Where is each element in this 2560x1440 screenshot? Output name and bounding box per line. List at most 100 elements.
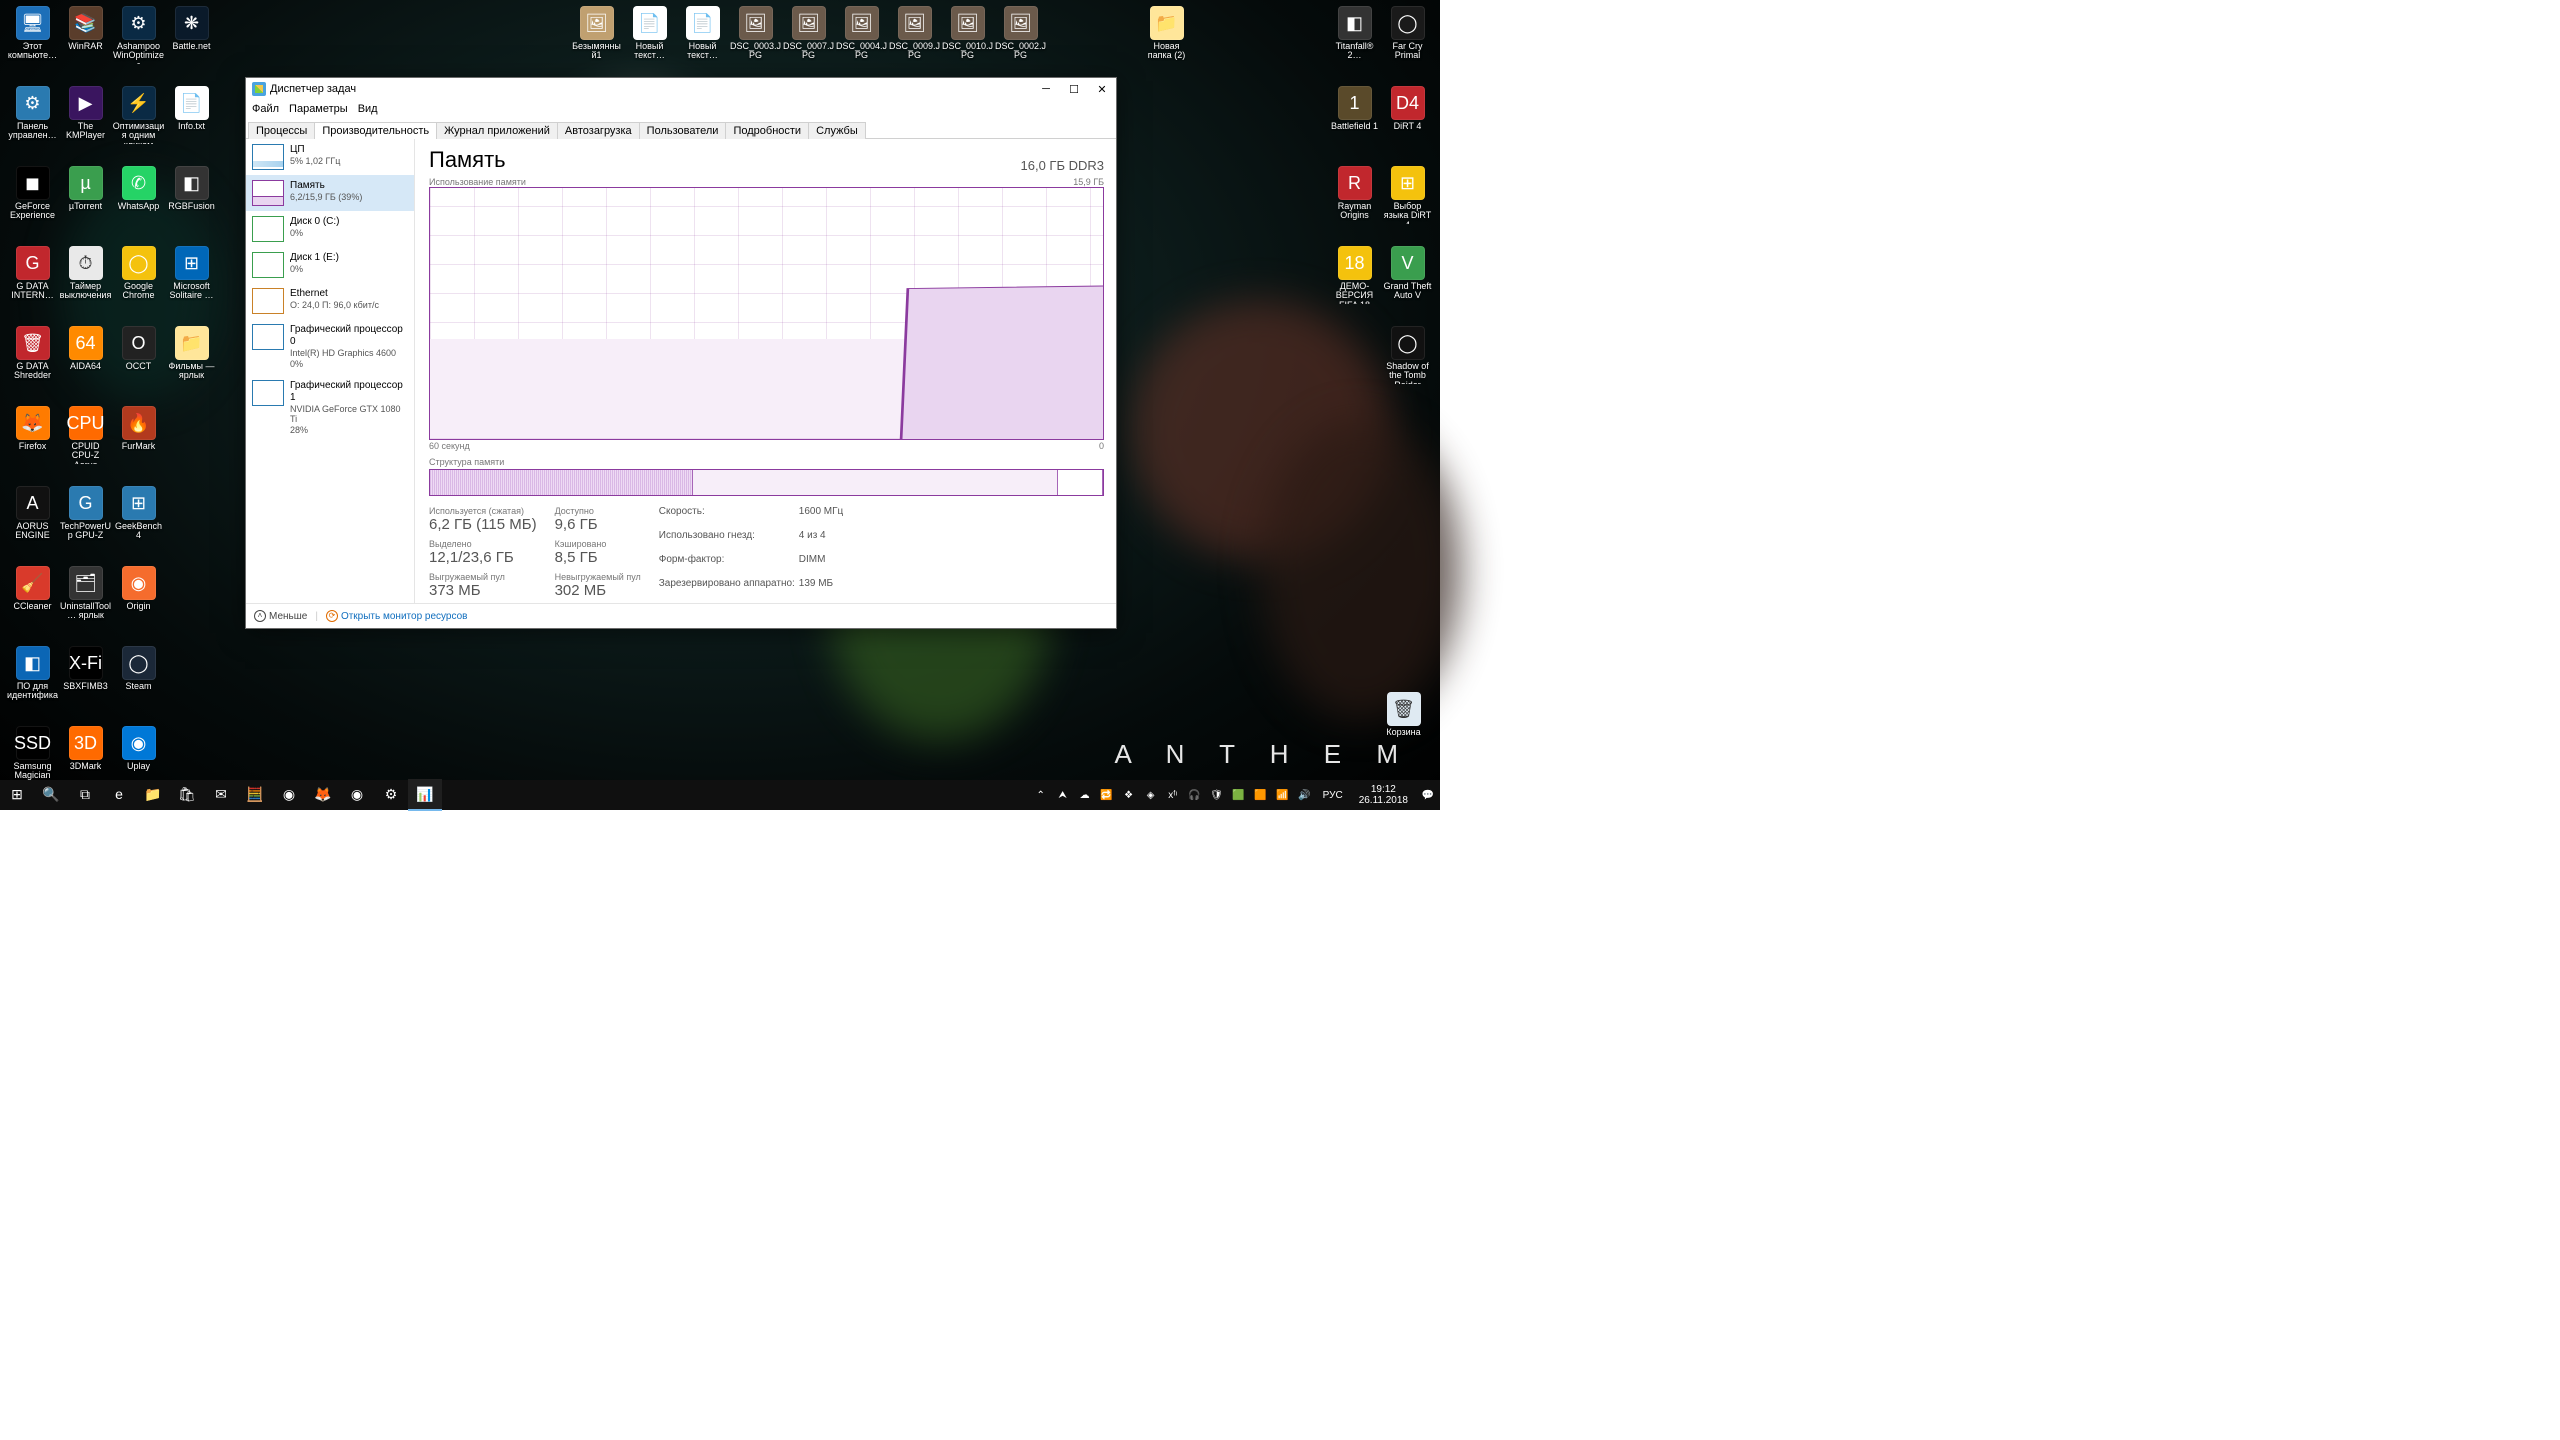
sidebar-item[interactable]: ЦП5% 1,02 ГГц bbox=[246, 139, 414, 175]
desktop-icon[interactable]: 1Battlefield 1 bbox=[1328, 84, 1381, 164]
desktop-icon[interactable]: GTechPowerUp GPU-Z bbox=[59, 484, 112, 564]
desktop-icon[interactable]: ◧ПО для идентифика… bbox=[6, 644, 59, 724]
tray-icon[interactable]: 🎧 bbox=[1187, 790, 1203, 801]
desktop-icon[interactable]: CPUCPUID CPU-Z Aorus bbox=[59, 404, 112, 484]
desktop-icon[interactable]: 64AIDA64 bbox=[59, 324, 112, 404]
desktop-icon[interactable]: X-FiSBXFIMB3 bbox=[59, 644, 112, 724]
desktop-icon[interactable]: 📄Info.txt bbox=[165, 84, 218, 164]
desktop-icon[interactable]: 📁Новая папка (2) bbox=[1140, 4, 1193, 84]
desktop-icon[interactable]: OOCCT bbox=[112, 324, 165, 404]
desktop-icon[interactable]: RRayman Origins bbox=[1328, 164, 1381, 244]
taskbar-start[interactable]: ⊞ bbox=[0, 779, 34, 809]
desktop-icon[interactable]: 📚WinRAR bbox=[59, 4, 112, 84]
desktop-icon[interactable]: GG DATA INTERN… bbox=[6, 244, 59, 324]
tray-clock[interactable]: 19:1226.11.2018 bbox=[1353, 784, 1414, 806]
taskbar-calc[interactable]: 🧮 bbox=[238, 779, 272, 809]
desktop-icon[interactable]: ⊞GeekBench 4 bbox=[112, 484, 165, 564]
minimize-button[interactable]: ─ bbox=[1032, 78, 1060, 100]
desktop-icon[interactable]: ◯Far Cry Primal bbox=[1381, 4, 1434, 84]
tab-3[interactable]: Автозагрузка bbox=[557, 122, 640, 139]
maximize-button[interactable]: ☐ bbox=[1060, 78, 1088, 100]
tray-language[interactable]: РУС bbox=[1319, 790, 1347, 801]
desktop-icon[interactable]: 📄Новый текст… bbox=[676, 4, 729, 84]
desktop-icon[interactable]: µµTorrent bbox=[59, 164, 112, 244]
tray-icon[interactable]: 🔊 bbox=[1297, 790, 1313, 801]
taskbar[interactable]: ⊞🔍⧉e📁🛍✉🧮◉🦊◉⚙📊 ⌃ ⮝☁🔁❖◈xᶠᶦ🎧🛡🟩🟧📶🔊РУС19:1226… bbox=[0, 780, 1440, 810]
tray-icon[interactable]: xᶠᶦ bbox=[1165, 790, 1181, 801]
tray-icon[interactable]: ◈ bbox=[1143, 790, 1159, 801]
desktop-icon[interactable]: 🔥FurMark bbox=[112, 404, 165, 484]
menu-item[interactable]: Вид bbox=[358, 103, 378, 115]
tab-1[interactable]: Производительность bbox=[314, 122, 437, 139]
tab-4[interactable]: Пользователи bbox=[639, 122, 727, 139]
desktop-icon[interactable]: ◧Titanfall® 2… bbox=[1328, 4, 1381, 84]
taskbar-search[interactable]: 🔍 bbox=[34, 779, 68, 809]
desktop-icon[interactable]: 🧹CCleaner bbox=[6, 564, 59, 644]
close-button[interactable]: ✕ bbox=[1088, 78, 1116, 100]
taskbar-taskview[interactable]: ⧉ bbox=[68, 779, 102, 809]
desktop-icon[interactable]: ◯Steam bbox=[112, 644, 165, 724]
desktop-icon[interactable]: 📄Новый текст… bbox=[623, 4, 676, 84]
desktop[interactable]: A N T H E M 🖥Этот компьюте…⚙Панель управ… bbox=[0, 0, 1440, 810]
taskbar-mail[interactable]: ✉ bbox=[204, 779, 238, 809]
action-center-icon[interactable]: 💬 bbox=[1420, 790, 1436, 801]
desktop-icon[interactable]: 🖼DSC_0003.JPG bbox=[729, 4, 782, 84]
desktop-icon[interactable]: ◧RGBFusion bbox=[165, 164, 218, 244]
taskbar-store[interactable]: 🛍 bbox=[170, 779, 204, 809]
taskbar-settings[interactable]: ⚙ bbox=[374, 779, 408, 809]
desktop-icon[interactable]: 🖥Этот компьюте… bbox=[6, 4, 59, 84]
desktop-icon[interactable]: 🖼DSC_0007.JPG bbox=[782, 4, 835, 84]
desktop-icon[interactable]: ❋Battle.net bbox=[165, 4, 218, 84]
desktop-icon[interactable]: ⚡Оптимизация одним кликом bbox=[112, 84, 165, 164]
desktop-icon[interactable]: ◯Shadow of the Tomb Raider bbox=[1381, 324, 1434, 404]
taskbar-firefox[interactable]: 🦊 bbox=[306, 779, 340, 809]
taskbar-gdata[interactable]: ◉ bbox=[272, 779, 306, 809]
desktop-icon[interactable]: 🦊Firefox bbox=[6, 404, 59, 484]
desktop-icon[interactable]: 🖼DSC_0010.JPG bbox=[941, 4, 994, 84]
open-resource-monitor-link[interactable]: ⟳Открыть монитор ресурсов bbox=[326, 610, 468, 622]
tray-icon[interactable]: 🟧 bbox=[1253, 790, 1269, 801]
desktop-icon[interactable]: ⊞Выбор языка DiRT 4 bbox=[1381, 164, 1434, 244]
sidebar-item[interactable]: Диск 0 (C:)0% bbox=[246, 211, 414, 247]
desktop-icon[interactable]: ◉Origin bbox=[112, 564, 165, 644]
desktop-icon[interactable]: ◯Google Chrome bbox=[112, 244, 165, 324]
desktop-icon[interactable]: D4DiRT 4 bbox=[1381, 84, 1434, 164]
taskbar-edge[interactable]: e bbox=[102, 779, 136, 809]
tray-icon[interactable]: 📶 bbox=[1275, 790, 1291, 801]
desktop-icon[interactable]: 🖼DSC_0002.JPG bbox=[994, 4, 1047, 84]
desktop-icon[interactable]: 🖼Безымянный1 bbox=[570, 4, 623, 84]
sidebar-item[interactable]: Графический процессор 0Intel(R) HD Graph… bbox=[246, 319, 414, 375]
desktop-icon[interactable]: VGrand Theft Auto V bbox=[1381, 244, 1434, 324]
tray-icon[interactable]: 🛡 bbox=[1209, 790, 1225, 801]
tray-icon[interactable]: 🟩 bbox=[1231, 790, 1247, 801]
desktop-icon[interactable]: ⏱Таймер выключения bbox=[59, 244, 112, 324]
tab-2[interactable]: Журнал приложений bbox=[436, 122, 558, 139]
menu-item[interactable]: Параметры bbox=[289, 103, 348, 115]
menu-item[interactable]: Файл bbox=[252, 103, 279, 115]
desktop-icon[interactable]: ⚙Панель управлен… bbox=[6, 84, 59, 164]
sidebar-item[interactable]: Память6,2/15,9 ГБ (39%) bbox=[246, 175, 414, 211]
desktop-icon[interactable]: ▶The KMPlayer bbox=[59, 84, 112, 164]
desktop-icon[interactable]: 🗂UninstallTool… ярлык bbox=[59, 564, 112, 644]
sidebar-item[interactable]: EthernetО: 24,0 П: 96,0 кбит/с bbox=[246, 283, 414, 319]
recycle-bin[interactable]: 🗑Корзина bbox=[1377, 690, 1430, 770]
tray-icon[interactable]: ☁ bbox=[1077, 790, 1093, 801]
desktop-icon[interactable]: 🖼DSC_0004.JPG bbox=[835, 4, 888, 84]
desktop-icon[interactable]: ◼GeForce Experience bbox=[6, 164, 59, 244]
desktop-icon[interactable]: ⊞Microsoft Solitaire … bbox=[165, 244, 218, 324]
tab-5[interactable]: Подробности bbox=[725, 122, 809, 139]
task-manager-window[interactable]: Диспетчер задач ─ ☐ ✕ Файл Параметры Вид П… bbox=[245, 77, 1117, 629]
titlebar[interactable]: Диспетчер задач ─ ☐ ✕ bbox=[246, 78, 1116, 100]
tab-6[interactable]: Службы bbox=[808, 122, 866, 139]
tab-0[interactable]: Процессы bbox=[248, 122, 315, 139]
desktop-icon[interactable]: ✆WhatsApp bbox=[112, 164, 165, 244]
tray-icon[interactable]: ⮝ bbox=[1055, 790, 1071, 801]
tray-icon[interactable]: ❖ bbox=[1121, 790, 1137, 801]
sidebar-item[interactable]: Графический процессор 1NVIDIA GeForce GT… bbox=[246, 375, 414, 441]
fewer-details-button[interactable]: ˄Меньше bbox=[254, 610, 307, 622]
desktop-icon[interactable]: 18ДЕМО-ВЕРСИЯ FIFA 18 bbox=[1328, 244, 1381, 324]
taskbar-origin[interactable]: ◉ bbox=[340, 779, 374, 809]
desktop-icon[interactable]: 📁Фильмы — ярлык bbox=[165, 324, 218, 404]
tray-icon[interactable]: 🔁 bbox=[1099, 790, 1115, 801]
desktop-icon[interactable]: 🖼DSC_0009.JPG bbox=[888, 4, 941, 84]
